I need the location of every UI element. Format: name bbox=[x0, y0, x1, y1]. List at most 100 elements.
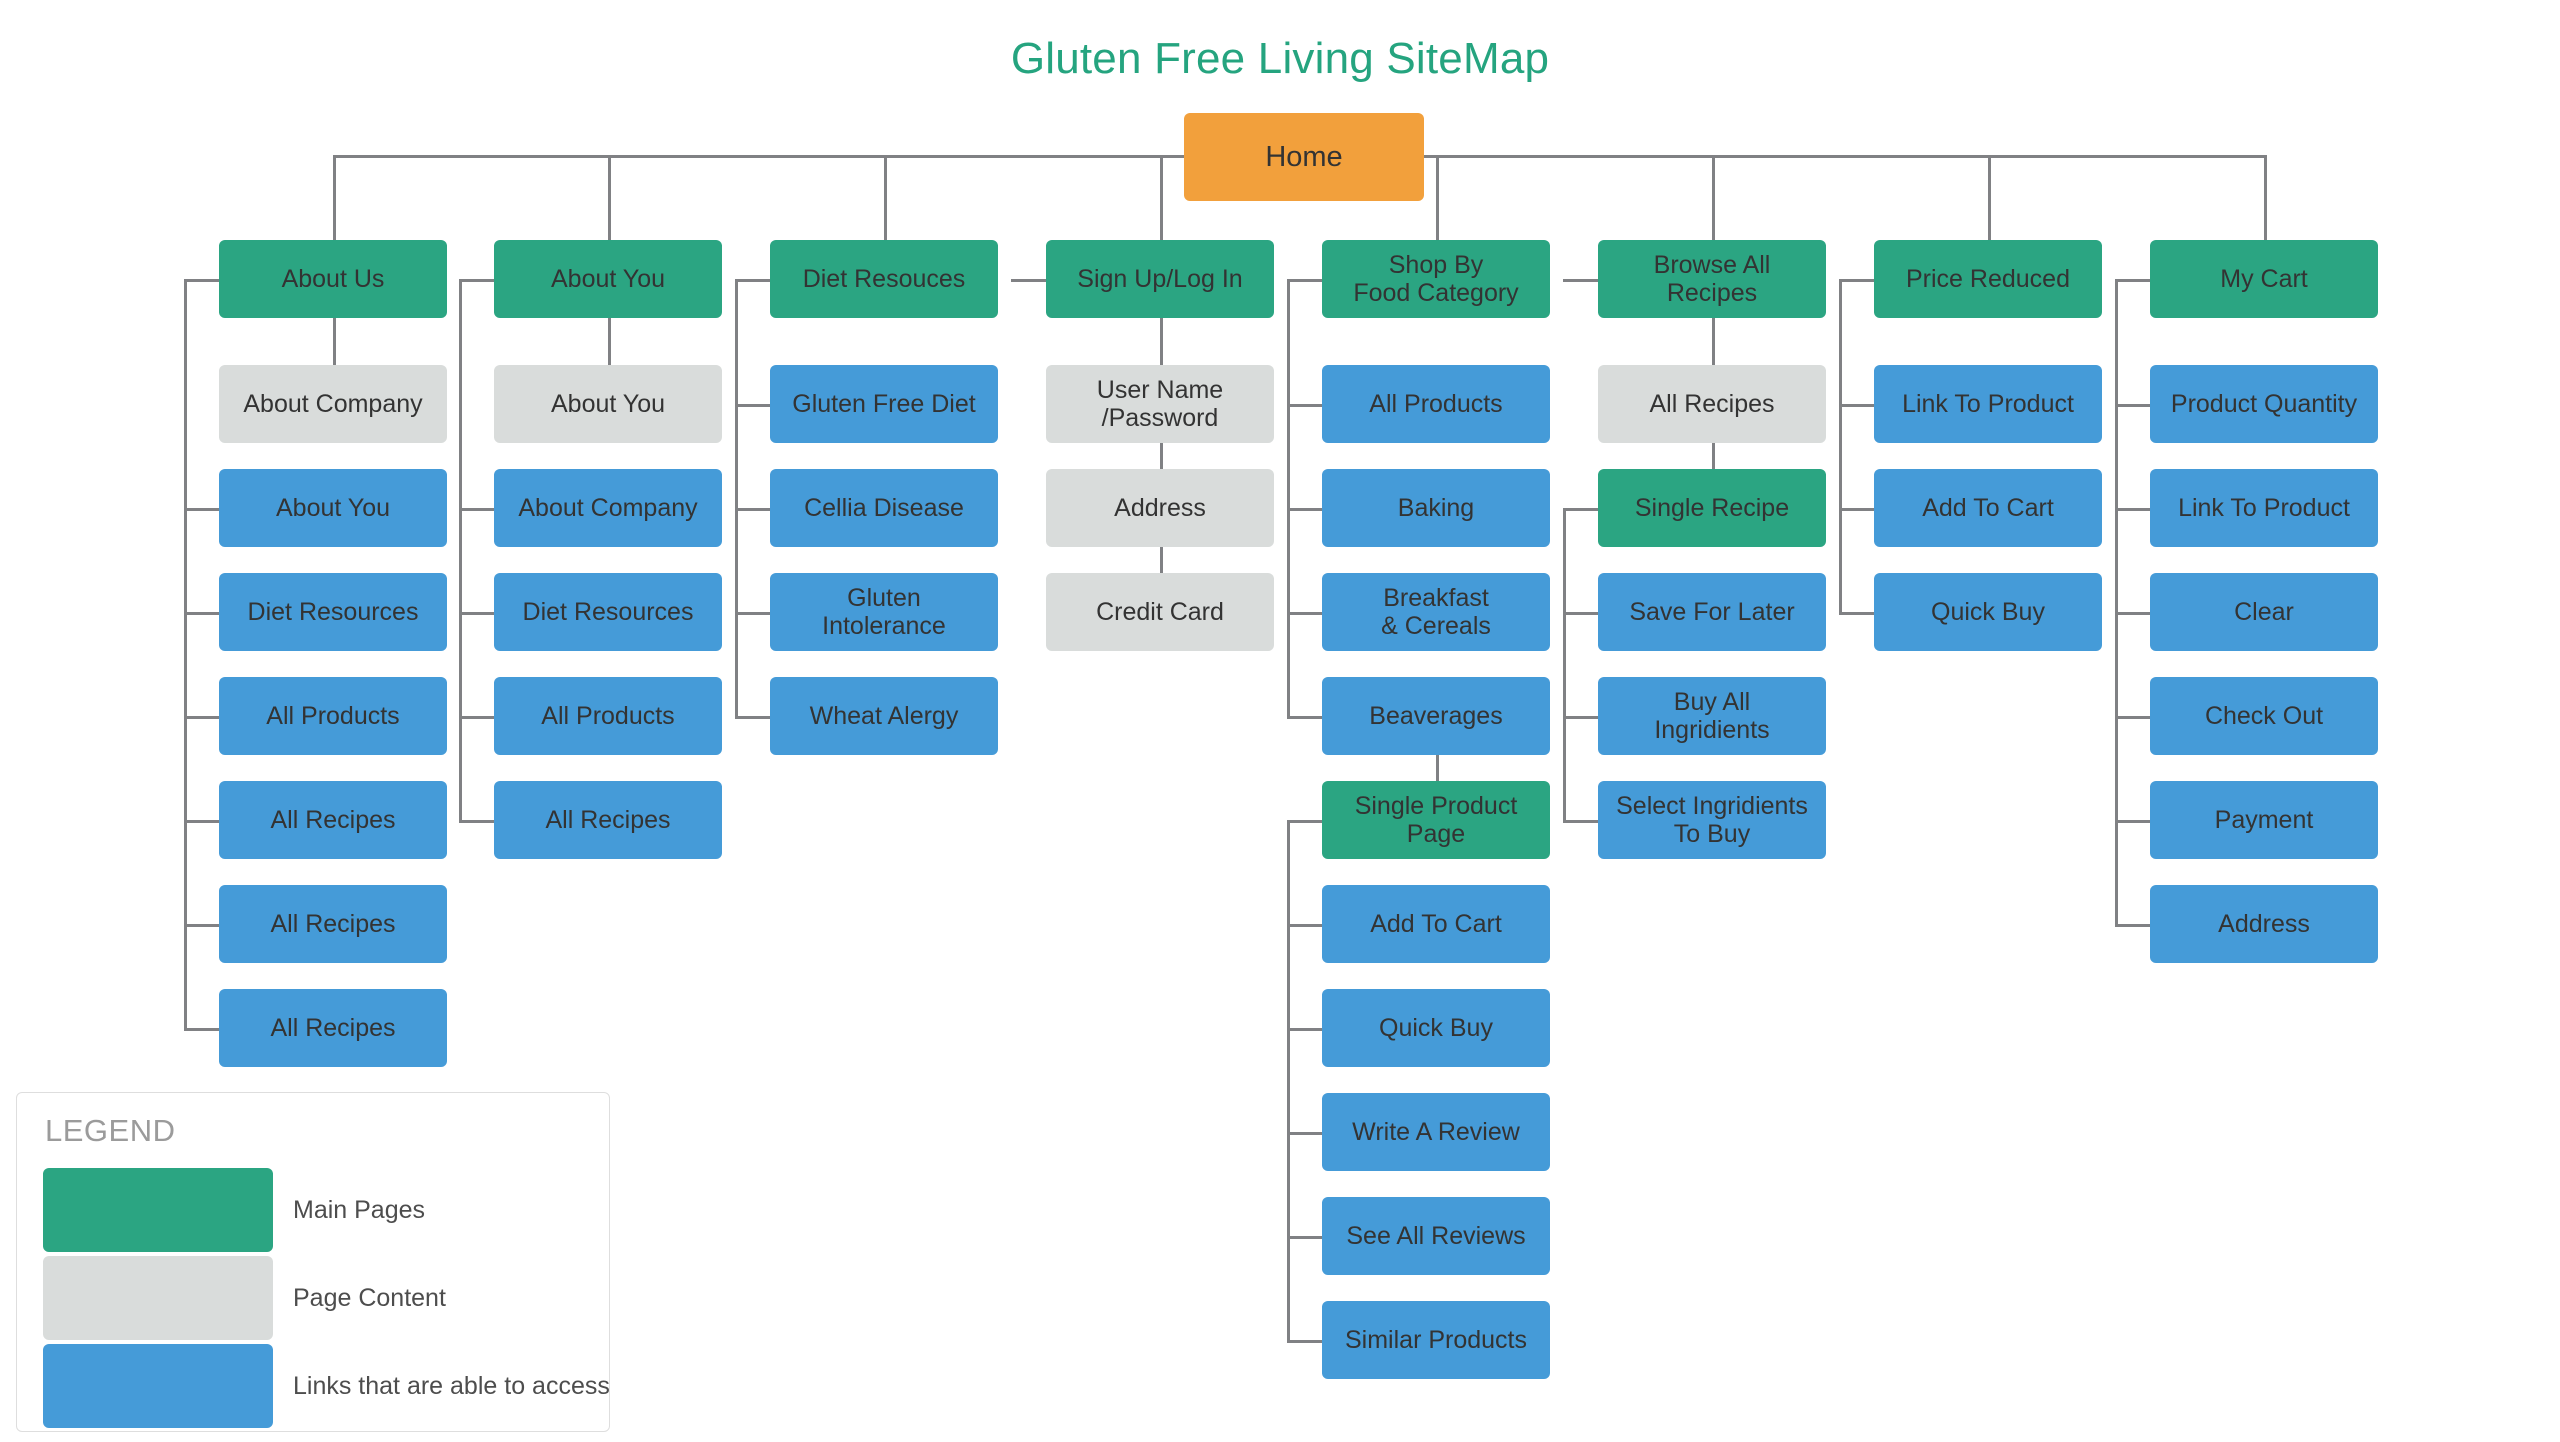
node-browse-all-recipes-child-3[interactable]: Buy All Ingridients bbox=[1598, 677, 1826, 755]
node-home[interactable]: Home bbox=[1184, 113, 1424, 201]
connector-horizontal bbox=[1287, 716, 1322, 719]
legend-swatch-main-pages bbox=[43, 1168, 273, 1252]
node-diet-resouces-child-0[interactable]: Gluten Free Diet bbox=[770, 365, 998, 443]
legend-item-links: Links that are able to access bbox=[43, 1342, 610, 1430]
node-my-cart-child-2[interactable]: Clear bbox=[2150, 573, 2378, 651]
connector-horizontal bbox=[1839, 279, 1874, 282]
node-price-reduced-child-2[interactable]: Quick Buy bbox=[1874, 573, 2102, 651]
node-about-you-child-3[interactable]: All Products bbox=[494, 677, 722, 755]
connector-horizontal bbox=[2115, 924, 2150, 927]
legend-label-links: Links that are able to access bbox=[293, 1371, 610, 1400]
page-title: Gluten Free Living SiteMap bbox=[1010, 34, 1550, 83]
connector-vertical bbox=[1287, 820, 1290, 1343]
node-my-cart-child-0[interactable]: Product Quantity bbox=[2150, 365, 2378, 443]
node-my-cart-child-4[interactable]: Payment bbox=[2150, 781, 2378, 859]
node-shop-by-food-category-child-9[interactable]: Similar Products bbox=[1322, 1301, 1550, 1379]
connector-horizontal bbox=[1563, 508, 1598, 511]
node-about-you-child-0[interactable]: About You bbox=[494, 365, 722, 443]
connector-horizontal bbox=[459, 279, 494, 282]
connector-horizontal bbox=[1287, 404, 1322, 407]
node-shop-by-food-category-child-6[interactable]: Quick Buy bbox=[1322, 989, 1550, 1067]
connector-horizontal bbox=[1287, 1028, 1322, 1031]
connector-vertical bbox=[459, 279, 462, 823]
node-about-us-child-1[interactable]: About You bbox=[219, 469, 447, 547]
connector-vertical bbox=[1563, 508, 1566, 823]
connector-horizontal bbox=[184, 279, 219, 282]
connector-horizontal bbox=[459, 820, 494, 823]
connector-vertical bbox=[333, 318, 336, 365]
node-about-you-child-1[interactable]: About Company bbox=[494, 469, 722, 547]
legend-swatch-page-content bbox=[43, 1256, 273, 1340]
node-about-you-child-4[interactable]: All Recipes bbox=[494, 781, 722, 859]
connector-horizontal bbox=[1287, 279, 1322, 282]
connector-vertical bbox=[1712, 155, 1715, 240]
node-about-you-child-2[interactable]: Diet Resources bbox=[494, 573, 722, 651]
connector-horizontal bbox=[1839, 508, 1874, 511]
node-about-us-child-5[interactable]: All Recipes bbox=[219, 885, 447, 963]
node-shop-by-food-category-child-5[interactable]: Add To Cart bbox=[1322, 885, 1550, 963]
node-shop-by-food-category-child-2[interactable]: Breakfast & Cereals bbox=[1322, 573, 1550, 651]
legend-item-main-pages: Main Pages bbox=[43, 1166, 588, 1254]
node-browse-all-recipes-child-2[interactable]: Save For Later bbox=[1598, 573, 1826, 651]
legend-title: LEGEND bbox=[45, 1113, 176, 1148]
node-sign-up-log-in-child-0[interactable]: User Name /Password bbox=[1046, 365, 1274, 443]
node-browse-all-recipes-header[interactable]: Browse All Recipes bbox=[1598, 240, 1826, 318]
node-my-cart-child-1[interactable]: Link To Product bbox=[2150, 469, 2378, 547]
connector-horizontal bbox=[1839, 404, 1874, 407]
node-shop-by-food-category-child-8[interactable]: See All Reviews bbox=[1322, 1197, 1550, 1275]
connector-horizontal bbox=[1287, 612, 1322, 615]
connector-horizontal bbox=[1011, 279, 1046, 282]
node-diet-resouces-child-1[interactable]: Cellia Disease bbox=[770, 469, 998, 547]
node-shop-by-food-category-child-0[interactable]: All Products bbox=[1322, 365, 1550, 443]
connector-vertical bbox=[608, 155, 611, 240]
connector-vertical bbox=[608, 318, 611, 365]
node-about-us-child-4[interactable]: All Recipes bbox=[219, 781, 447, 859]
connector-horizontal bbox=[1287, 1132, 1322, 1135]
connector-horizontal bbox=[459, 612, 494, 615]
node-sign-up-log-in-header[interactable]: Sign Up/Log In bbox=[1046, 240, 1274, 318]
node-browse-all-recipes-child-4[interactable]: Select Ingridients To Buy bbox=[1598, 781, 1826, 859]
node-diet-resouces-child-3[interactable]: Wheat Alergy bbox=[770, 677, 998, 755]
node-about-you-header[interactable]: About You bbox=[494, 240, 722, 318]
connector-horizontal bbox=[2115, 820, 2150, 823]
connector-horizontal bbox=[1563, 716, 1598, 719]
connector-horizontal bbox=[735, 279, 770, 282]
node-shop-by-food-category-child-4[interactable]: Single Product Page bbox=[1322, 781, 1550, 859]
connector-vertical bbox=[2115, 279, 2118, 927]
connector-horizontal bbox=[735, 716, 770, 719]
connector-horizontal bbox=[2115, 404, 2150, 407]
node-shop-by-food-category-header[interactable]: Shop By Food Category bbox=[1322, 240, 1550, 318]
node-diet-resouces-child-2[interactable]: Gluten Intolerance bbox=[770, 573, 998, 651]
connector-horizontal bbox=[1287, 924, 1322, 927]
connector-horizontal bbox=[184, 716, 219, 719]
connector-vertical bbox=[1160, 443, 1163, 469]
node-my-cart-child-5[interactable]: Address bbox=[2150, 885, 2378, 963]
connector-horizontal bbox=[184, 924, 219, 927]
connector-vertical bbox=[1988, 155, 1991, 240]
node-my-cart-child-3[interactable]: Check Out bbox=[2150, 677, 2378, 755]
node-about-us-child-0[interactable]: About Company bbox=[219, 365, 447, 443]
node-sign-up-log-in-child-1[interactable]: Address bbox=[1046, 469, 1274, 547]
node-sign-up-log-in-child-2[interactable]: Credit Card bbox=[1046, 573, 1274, 651]
node-about-us-child-6[interactable]: All Recipes bbox=[219, 989, 447, 1067]
node-about-us-child-2[interactable]: Diet Resources bbox=[219, 573, 447, 651]
node-browse-all-recipes-child-1[interactable]: Single Recipe bbox=[1598, 469, 1826, 547]
connector-horizontal bbox=[2115, 612, 2150, 615]
node-price-reduced-header[interactable]: Price Reduced bbox=[1874, 240, 2102, 318]
node-browse-all-recipes-child-0[interactable]: All Recipes bbox=[1598, 365, 1826, 443]
node-price-reduced-child-1[interactable]: Add To Cart bbox=[1874, 469, 2102, 547]
node-diet-resouces-header[interactable]: Diet Resouces bbox=[770, 240, 998, 318]
node-price-reduced-child-0[interactable]: Link To Product bbox=[1874, 365, 2102, 443]
connector-horizontal bbox=[459, 716, 494, 719]
node-shop-by-food-category-child-3[interactable]: Beaverages bbox=[1322, 677, 1550, 755]
connector-horizontal bbox=[2115, 508, 2150, 511]
node-shop-by-food-category-child-1[interactable]: Baking bbox=[1322, 469, 1550, 547]
connector-vertical bbox=[884, 155, 887, 240]
node-about-us-child-3[interactable]: All Products bbox=[219, 677, 447, 755]
node-shop-by-food-category-child-7[interactable]: Write A Review bbox=[1322, 1093, 1550, 1171]
node-my-cart-header[interactable]: My Cart bbox=[2150, 240, 2378, 318]
connector-horizontal bbox=[1563, 820, 1598, 823]
connector-vertical bbox=[1287, 279, 1290, 719]
connector-horizontal bbox=[1563, 279, 1598, 282]
node-about-us-header[interactable]: About Us bbox=[219, 240, 447, 318]
